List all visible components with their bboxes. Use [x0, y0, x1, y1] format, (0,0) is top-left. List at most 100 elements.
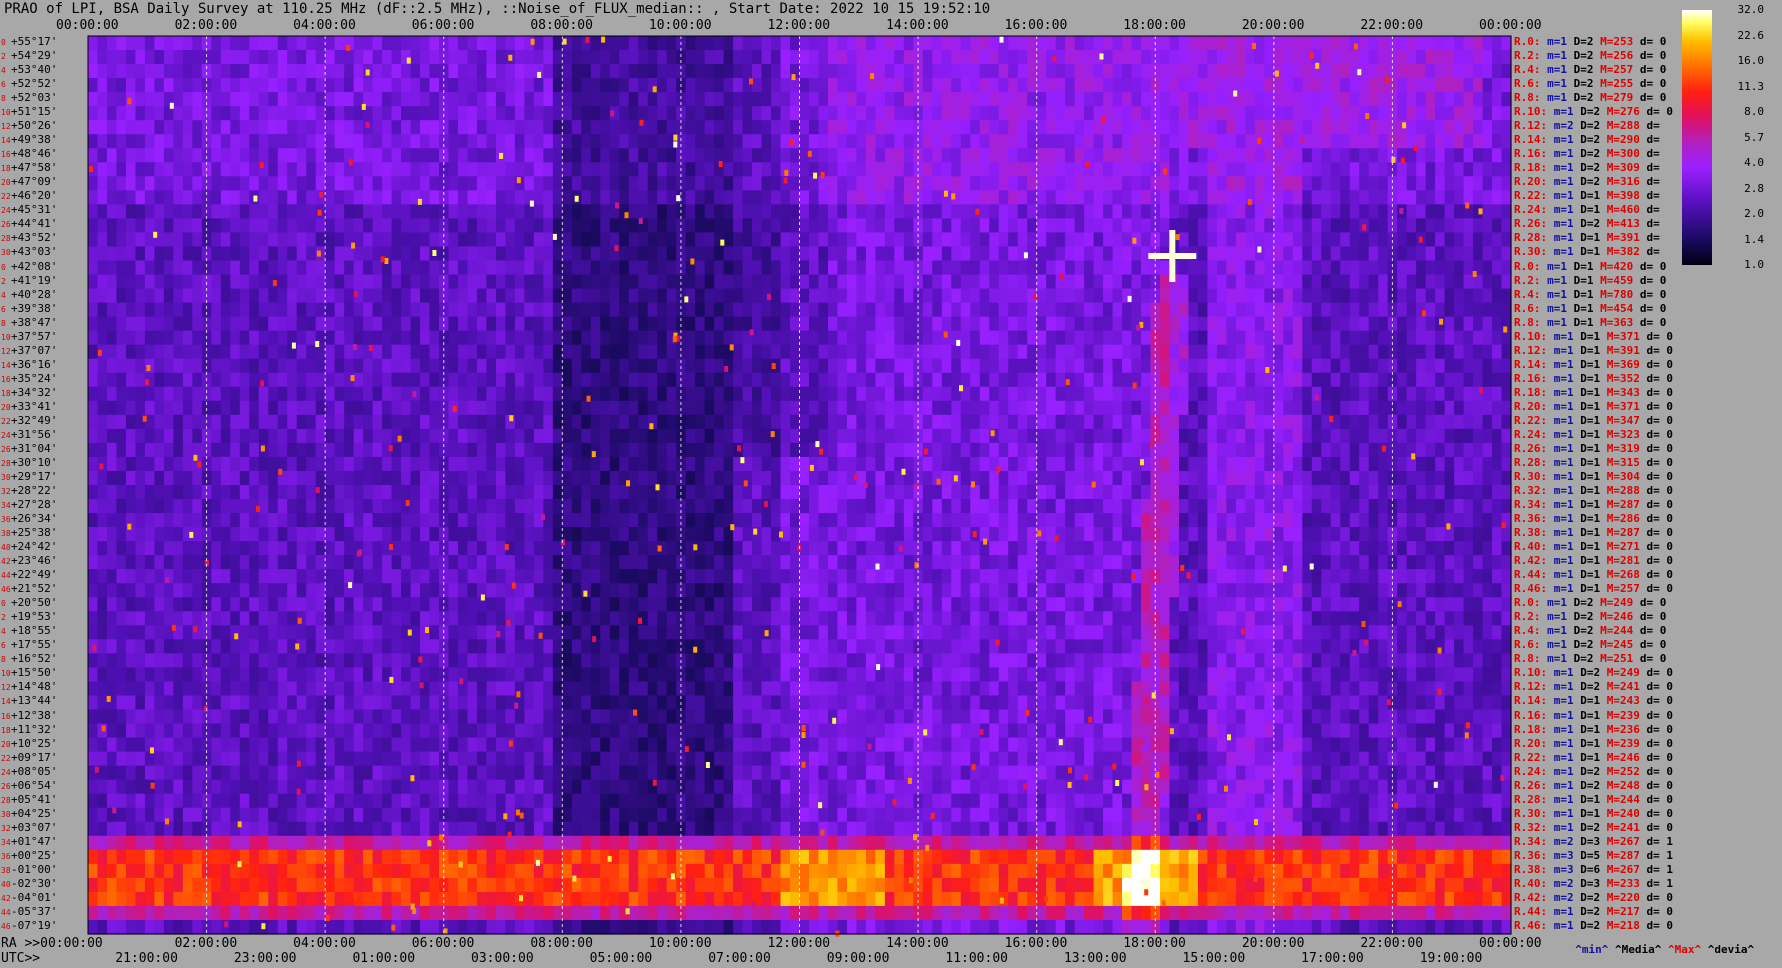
- heatmap-cell: [1482, 232, 1493, 248]
- heatmap-cell: [268, 64, 279, 79]
- heatmap-cell: [315, 456, 326, 472]
- heatmap-cell: [401, 120, 412, 135]
- heatmap-cell: [1112, 218, 1123, 234]
- heatmap-cell: [818, 386, 829, 402]
- heatmap-cell: [865, 134, 876, 149]
- heatmap-cell: [1378, 358, 1389, 374]
- heatmap-cell: [410, 148, 421, 163]
- heatmap-cell: [666, 372, 677, 388]
- heatmap-cell: [1454, 485, 1465, 500]
- heatmap-cell: [704, 120, 715, 135]
- heatmap-cell: [334, 470, 345, 486]
- heatmap-cell: [88, 456, 99, 472]
- heatmap-cell: [230, 288, 241, 304]
- heatmap-cell: [1245, 218, 1256, 234]
- heatmap-cell: [192, 176, 203, 191]
- heatmap-cell: [1055, 288, 1066, 304]
- heatmap-cell: [1359, 456, 1370, 472]
- heatmap-cell: [106, 358, 118, 374]
- heatmap-cell: [106, 344, 118, 360]
- heatmap-cell: [543, 386, 554, 402]
- heatmap-cell: [590, 260, 601, 276]
- heatmap-cell: [144, 148, 156, 163]
- heatmap-cell: [552, 372, 563, 388]
- heatmap-cell: [1169, 316, 1180, 332]
- heatmap-cell: [647, 92, 658, 107]
- heatmap-cell: [514, 78, 525, 93]
- heatmap-cell: [467, 456, 478, 472]
- heatmap-cell: [363, 50, 374, 65]
- heatmap-cell: [1055, 246, 1066, 262]
- heatmap-cell: [457, 442, 469, 458]
- heatmap-cell: [1264, 190, 1275, 205]
- heatmap-cell: [1178, 260, 1190, 276]
- heatmap-cell: [619, 246, 630, 262]
- heatmap-cell: [562, 162, 573, 177]
- heatmap-cell: [647, 190, 658, 205]
- heatmap-cell: [941, 442, 952, 458]
- heatmap-cell: [1340, 36, 1351, 51]
- heatmap-cell: [1359, 288, 1370, 304]
- heatmap-cell: [761, 274, 772, 290]
- heatmap-cell: [220, 302, 231, 318]
- heatmap-cell: [182, 78, 193, 93]
- heatmap-cell: [970, 386, 981, 402]
- heatmap-cell: [144, 442, 156, 458]
- heatmap-cell: [657, 64, 668, 79]
- heatmap-cell: [211, 316, 222, 332]
- heatmap-cell: [1074, 316, 1085, 332]
- heatmap-cell: [1264, 204, 1275, 220]
- heatmap-cell: [799, 162, 810, 177]
- heatmap-cell: [989, 372, 1000, 388]
- heatmap-cell: [116, 232, 127, 248]
- heatmap-cell: [163, 344, 174, 360]
- heatmap-cell: [1435, 386, 1446, 402]
- heatmap-cell: [979, 470, 990, 486]
- heatmap-cell: [780, 470, 791, 486]
- heatmap-cell: [1017, 386, 1028, 402]
- heatmap-cell: [1444, 64, 1455, 79]
- heatmap-cell: [1435, 344, 1446, 360]
- heatmap-cell: [903, 246, 914, 262]
- heatmap-cell: [1036, 64, 1047, 79]
- heatmap-cell: [894, 36, 905, 51]
- heatmap-cell: [125, 288, 137, 304]
- heatmap-cell: [1378, 274, 1389, 290]
- heatmap-cell: [495, 358, 507, 374]
- heatmap-cell: [486, 330, 497, 346]
- heatmap-cell: [951, 134, 962, 149]
- heatmap-cell: [1235, 232, 1246, 248]
- heatmap-cell: [1463, 442, 1474, 458]
- heatmap-cell: [922, 485, 933, 500]
- heatmap-cell: [1159, 134, 1171, 149]
- heatmap-cell: [420, 330, 431, 346]
- heatmap-cell: [1178, 120, 1190, 135]
- heatmap-cell: [1065, 260, 1076, 276]
- heatmap-cell: [1131, 218, 1142, 234]
- heatmap-cell: [505, 428, 516, 444]
- heatmap-cell: [1340, 148, 1351, 163]
- heatmap-cell: [1302, 316, 1313, 332]
- heatmap-cell: [457, 386, 469, 402]
- heatmap-cell: [1036, 78, 1047, 93]
- heatmap-cell: [1141, 64, 1152, 79]
- heatmap-cell: [353, 246, 364, 262]
- heatmap-cell: [429, 470, 440, 486]
- heatmap-cell: [1074, 442, 1085, 458]
- heatmap-cell: [401, 330, 412, 346]
- heatmap-cell: [125, 330, 137, 346]
- heatmap-cell: [1273, 302, 1284, 318]
- heatmap-cell: [733, 288, 744, 304]
- heatmap-cell: [1264, 36, 1275, 51]
- heatmap-cell: [249, 148, 260, 163]
- heatmap-cell: [1302, 470, 1313, 486]
- heatmap-cell: [106, 134, 118, 149]
- heatmap-cell: [372, 274, 383, 290]
- heatmap-cell: [657, 162, 668, 177]
- heatmap-cell: [989, 218, 1000, 234]
- heatmap-cell: [1359, 274, 1370, 290]
- heatmap-cell: [448, 260, 459, 276]
- heatmap-cell: [486, 372, 497, 388]
- heatmap-cell: [505, 372, 516, 388]
- heatmap-cell: [486, 358, 497, 374]
